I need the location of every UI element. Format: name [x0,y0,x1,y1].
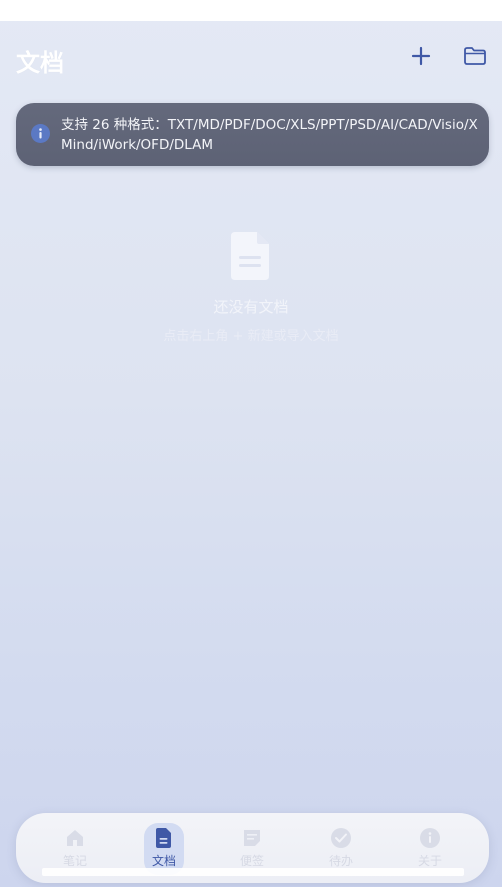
empty-state-hint: 点击右上角 + 新建或导入文档 [163,329,339,344]
document-icon [156,828,171,848]
sticky-note-icon [244,830,260,846]
page-title: 文档 [16,49,64,77]
empty-state: 还没有文档 点击右上角 + 新建或导入文档 [0,232,502,344]
check-circle-icon [331,828,351,848]
home-indicator [42,868,464,876]
supported-formats-banner: 支持 26 种格式：TXT/MD/PDF/DOC/XLS/PPT/PSD/AI/… [16,103,489,166]
info-icon [420,828,440,848]
header: 文档 [0,21,502,93]
open-folder-button[interactable] [460,41,490,71]
nav-label-sticky-notes: 便签 [239,854,264,868]
nav-label-notes: 笔记 [62,854,87,868]
nav-label-about: 关于 [417,854,442,868]
empty-state-title: 还没有文档 [213,298,289,316]
plus-icon [411,46,431,66]
home-icon [67,830,83,846]
supported-formats-text: 支持 26 种格式：TXT/MD/PDF/DOC/XLS/PPT/PSD/AI/… [61,117,478,153]
document-icon [231,232,269,280]
info-icon [31,124,50,143]
status-bar [0,0,502,21]
folder-icon [464,47,486,65]
nav-label-documents: 文档 [151,854,176,868]
add-button[interactable] [406,41,436,71]
nav-label-todo: 待办 [328,854,353,868]
